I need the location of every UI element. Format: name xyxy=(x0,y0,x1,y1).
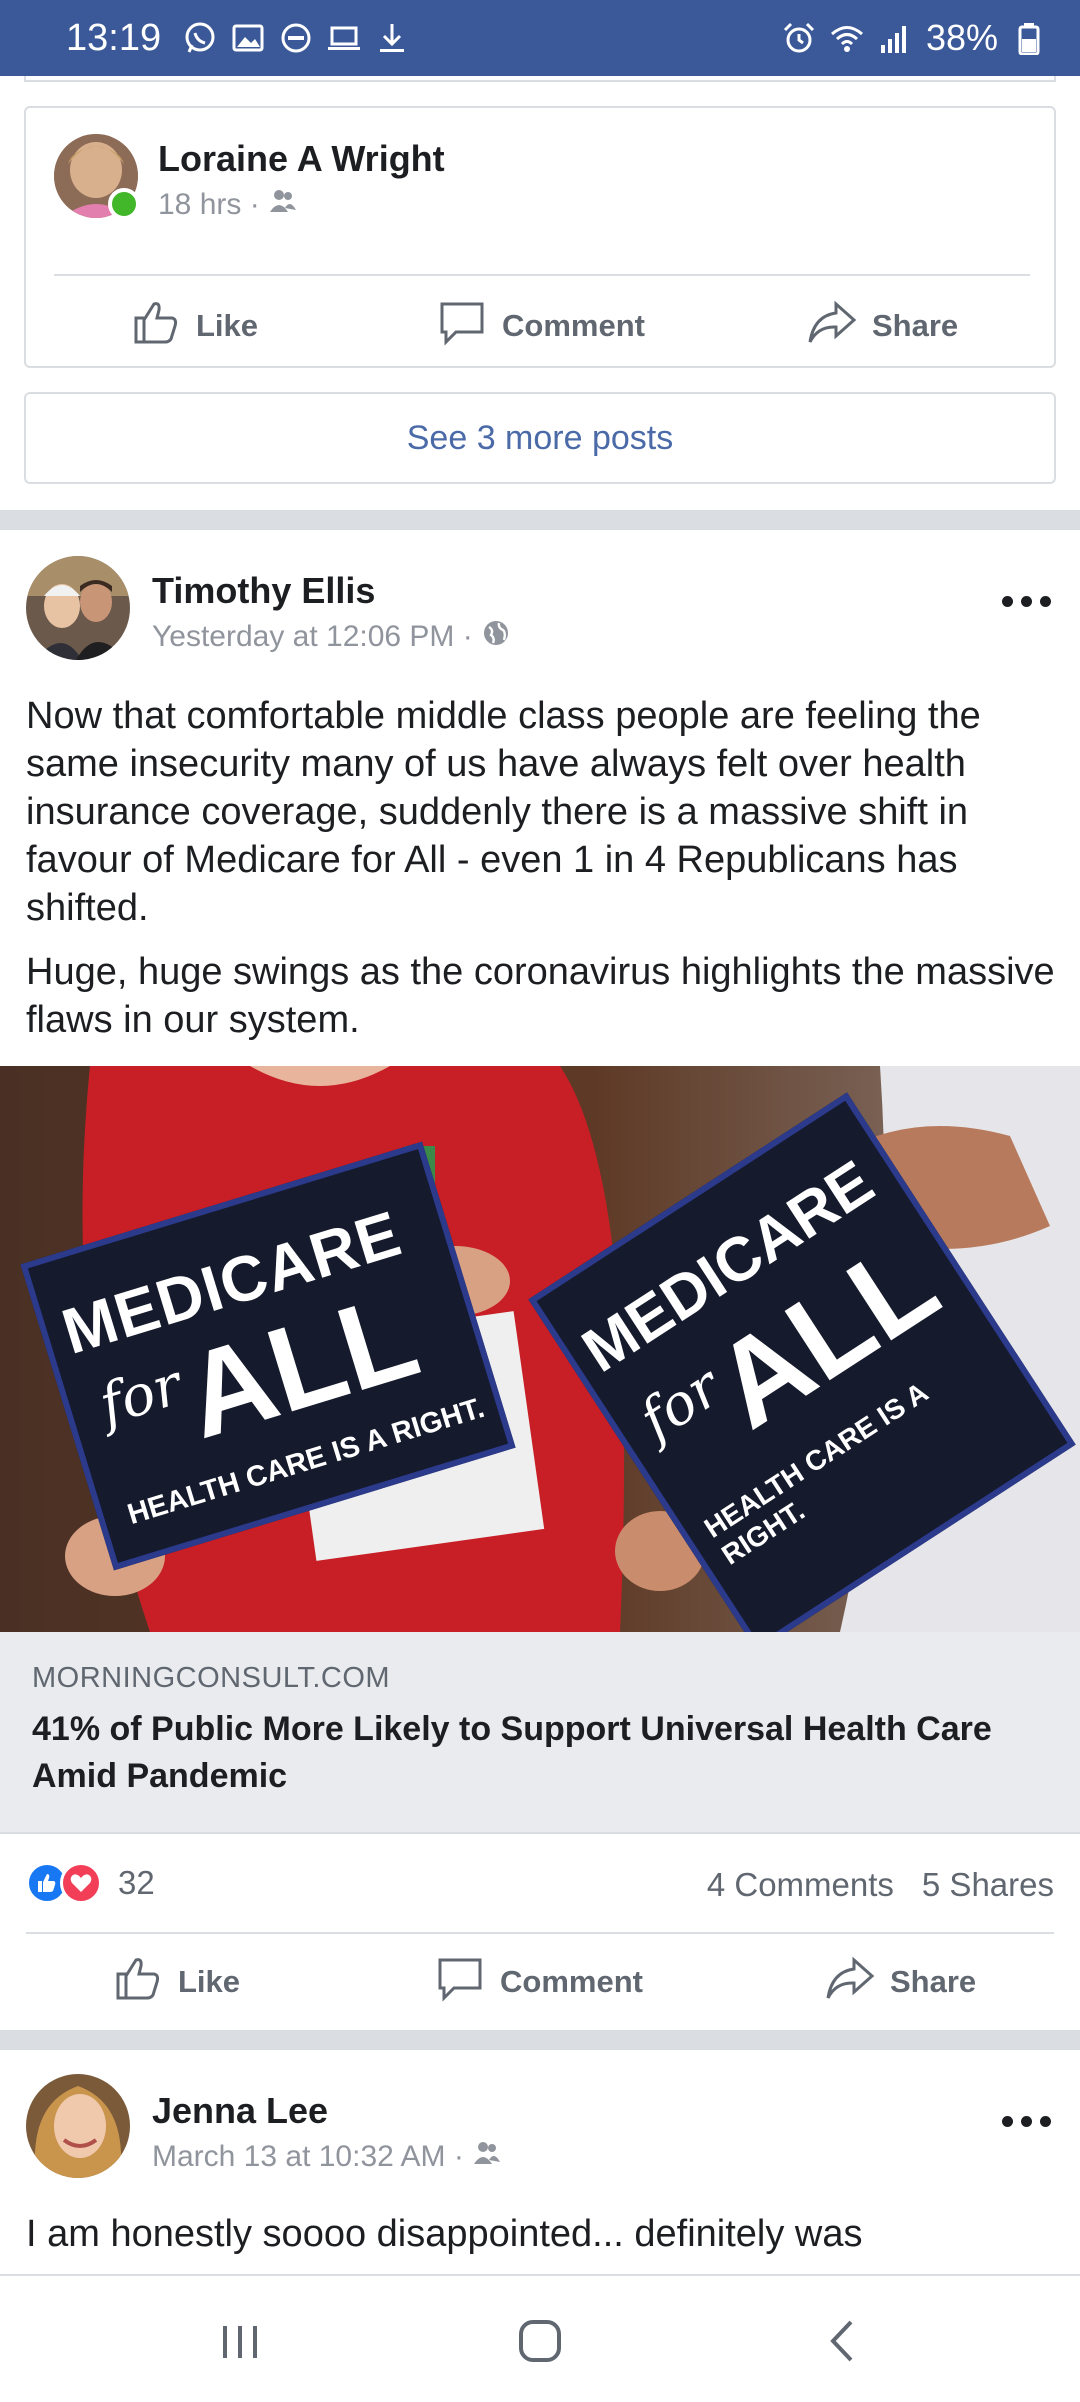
post-text: Huge, huge swings as the coronavirus hig… xyxy=(26,951,1055,1041)
comment-label: Comment xyxy=(500,1964,643,1999)
link-preview-image[interactable]: MEDICARE for ALL HEALTH CARE IS A RIGHT.… xyxy=(0,1066,1080,1632)
status-time: 13:19 xyxy=(66,16,162,59)
comment-button[interactable]: Comment xyxy=(436,296,645,356)
comment-button[interactable]: Comment xyxy=(434,1952,643,2012)
more-options-button[interactable] xyxy=(1002,2116,1051,2127)
status-bar: 13:19 38% xyxy=(0,0,1080,76)
back-icon xyxy=(830,2320,853,2362)
dnd-icon xyxy=(279,21,313,55)
post-meta: March 13 at 10:32 AM · xyxy=(152,2138,502,2176)
like-label: Like xyxy=(178,1964,241,1999)
signal-icon xyxy=(878,21,912,55)
more-options-button[interactable] xyxy=(1002,596,1051,607)
engagement-counts: 4 Comments 5 Shares xyxy=(707,1866,1054,1904)
like-label: Like xyxy=(196,308,259,343)
online-status-dot xyxy=(108,188,140,220)
link-preview-box[interactable]: MORNINGCONSULT.COM 41% of Public More Li… xyxy=(0,1632,1080,1834)
friends-icon xyxy=(268,186,298,224)
comment-icon xyxy=(434,1952,486,2012)
home-icon xyxy=(519,2320,561,2362)
post-meta: 18 hrs · xyxy=(158,186,298,224)
post-text: I am honestly soooo disappointed... defi… xyxy=(26,2213,863,2255)
post-card-loraine: Loraine A Wright 18 hrs · Like Comment S… xyxy=(24,106,1056,368)
divider xyxy=(54,274,1030,276)
post-author-name[interactable]: Jenna Lee xyxy=(152,2090,328,2132)
recent-apps-button[interactable] xyxy=(200,2306,280,2376)
feed-separator xyxy=(0,2030,1080,2050)
link-domain: MORNINGCONSULT.COM xyxy=(32,1662,391,1694)
post-time[interactable]: 18 hrs · xyxy=(158,188,260,222)
thumbs-up-icon xyxy=(112,1952,164,2012)
post-author-name[interactable]: Loraine A Wright xyxy=(158,138,445,180)
alarm-icon xyxy=(782,21,816,55)
whatsapp-icon xyxy=(183,21,217,55)
reactions-count: 32 xyxy=(118,1864,155,1901)
home-button[interactable] xyxy=(500,2306,580,2376)
battery-percent: 38% xyxy=(925,17,998,58)
back-button[interactable] xyxy=(804,2306,884,2376)
feed-separator xyxy=(0,510,1080,530)
sign-text: for xyxy=(92,1352,189,1439)
post-meta: Yesterday at 12:06 PM · xyxy=(152,618,511,656)
gallery-icon xyxy=(231,21,265,55)
comments-count[interactable]: 4 Comments xyxy=(707,1866,894,1904)
battery-icon xyxy=(1012,21,1046,55)
see-more-posts-button[interactable]: See 3 more posts xyxy=(24,392,1056,484)
thumbs-up-icon xyxy=(130,296,182,356)
link-title: 41% of Public More Likely to Support Uni… xyxy=(32,1710,992,1795)
post-author-name[interactable]: Timothy Ellis xyxy=(152,570,375,612)
post-time[interactable]: Yesterday at 12:06 PM · xyxy=(152,620,473,654)
laptop-icon xyxy=(327,21,361,55)
comment-icon xyxy=(436,296,488,356)
avatar[interactable] xyxy=(26,556,130,660)
love-reaction-icon xyxy=(60,1862,102,1904)
previous-card-edge xyxy=(24,76,1056,82)
share-icon xyxy=(806,296,858,356)
like-button[interactable]: Like xyxy=(112,1952,240,2012)
avatar[interactable] xyxy=(26,2074,130,2178)
share-button[interactable]: Share xyxy=(824,1952,976,2012)
download-icon xyxy=(375,21,409,55)
wifi-icon xyxy=(830,21,864,55)
reactions-summary[interactable]: 32 xyxy=(26,1862,155,1904)
globe-icon xyxy=(481,618,511,656)
post-text: Now that comfortable middle class people… xyxy=(26,695,981,929)
system-navigation-bar xyxy=(0,2274,1080,2402)
share-label: Share xyxy=(890,1964,977,1999)
post-time[interactable]: March 13 at 10:32 AM · xyxy=(152,2140,464,2174)
comment-label: Comment xyxy=(502,308,645,343)
friends-icon xyxy=(472,2138,502,2176)
share-label: Share xyxy=(872,308,959,343)
share-icon xyxy=(824,1952,876,2012)
shares-count[interactable]: 5 Shares xyxy=(922,1866,1054,1904)
recent-apps-icon xyxy=(223,2326,257,2358)
like-button[interactable]: Like xyxy=(130,296,258,356)
share-button[interactable]: Share xyxy=(806,296,958,356)
divider xyxy=(26,1932,1054,1934)
